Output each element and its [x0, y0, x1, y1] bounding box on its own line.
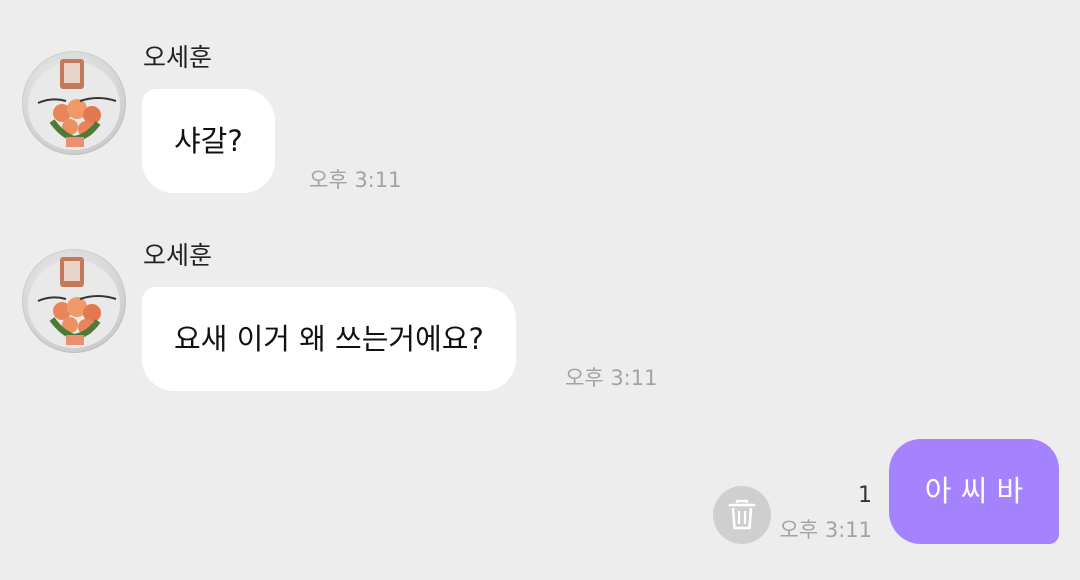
- sender-avatar[interactable]: [22, 249, 126, 353]
- message-bubble[interactable]: 아 씨 바: [889, 439, 1059, 544]
- message-bubble[interactable]: 샤갈?: [142, 89, 275, 193]
- sender-name: 오세훈: [143, 43, 213, 72]
- message-timestamp: 오후 3:11: [309, 168, 402, 192]
- message-bubble[interactable]: 요새 이거 왜 쓰는거에요?: [142, 287, 516, 391]
- sender-name: 오세훈: [143, 241, 213, 270]
- sender-avatar[interactable]: [22, 51, 126, 155]
- message-timestamp: 오후 3:11: [779, 518, 872, 542]
- message-timestamp: 오후 3:11: [565, 366, 658, 390]
- avatar-photo-icon: [28, 257, 120, 348]
- unread-count: 1: [858, 483, 872, 508]
- avatar-photo-icon: [28, 59, 120, 150]
- delete-button[interactable]: [713, 486, 771, 544]
- trash-icon: [728, 499, 756, 530]
